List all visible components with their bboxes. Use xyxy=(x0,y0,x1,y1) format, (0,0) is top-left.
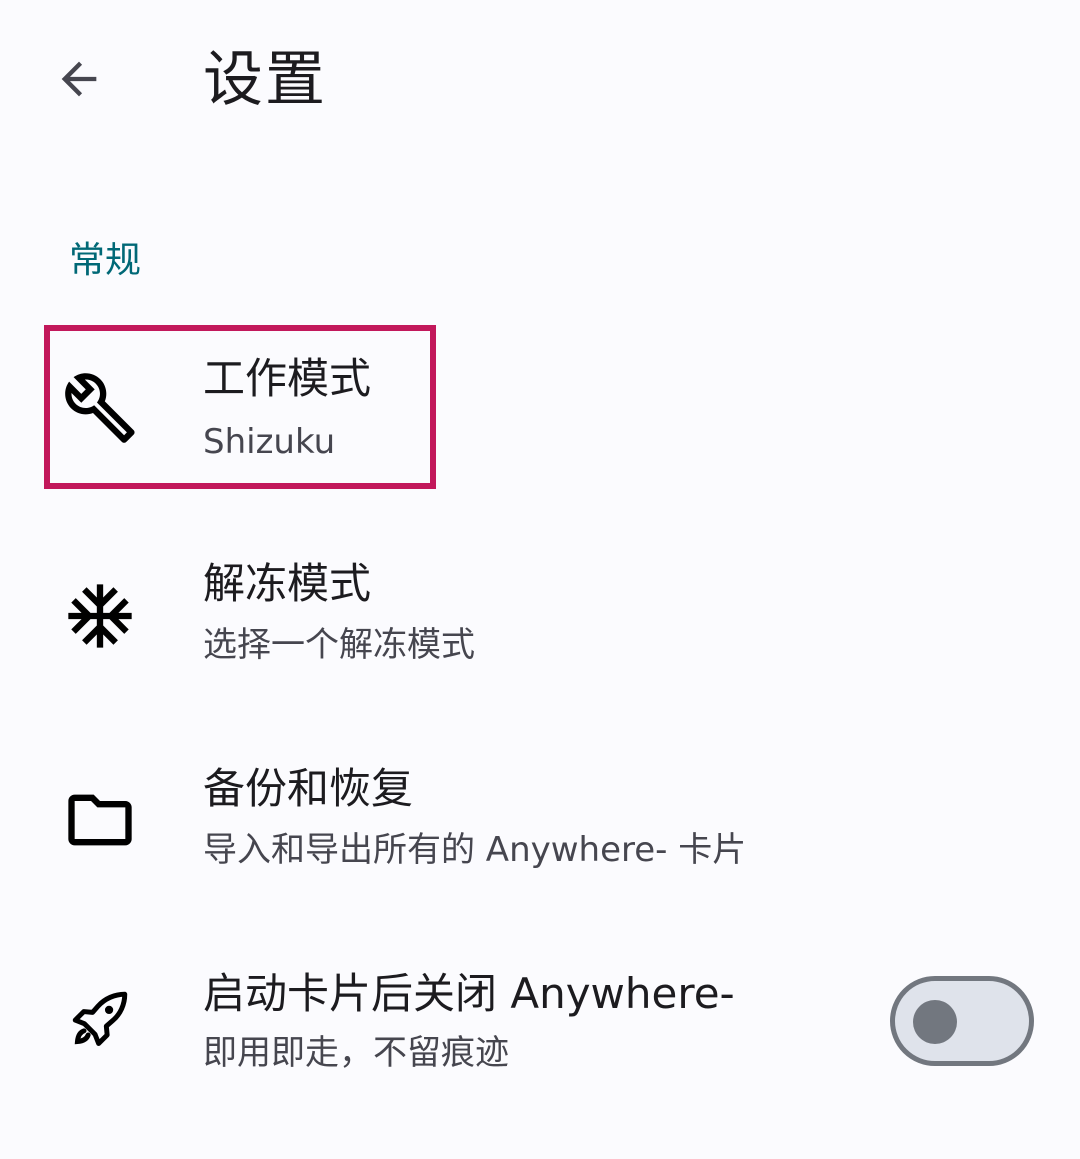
pref-summary: 选择一个解冻模式 xyxy=(203,625,475,665)
section-header-general: 常规 xyxy=(69,240,142,281)
arrow-back-icon xyxy=(53,53,105,109)
pref-title: 工作模式 xyxy=(203,354,372,403)
pref-summary: Shizuku xyxy=(203,422,336,462)
top-app-bar: 设置 xyxy=(0,0,1080,165)
settings-screen: 设置 常规 工作模式 Shizuku 解冻模式 选择一个解冻模式 备份和恢复 导… xyxy=(0,0,1080,1159)
pref-summary: 导入和导出所有的 Anywhere- 卡片 xyxy=(203,830,747,870)
close-after-launch-switch[interactable] xyxy=(890,976,1034,1066)
pref-title: 备份和恢复 xyxy=(203,764,414,813)
page-title: 设置 xyxy=(203,45,327,115)
back-button[interactable] xyxy=(40,42,118,120)
pref-item-backup-restore[interactable]: 备份和恢复 导入和导出所有的 Anywhere- 卡片 xyxy=(0,740,1080,900)
wrench-icon xyxy=(62,370,138,446)
pref-item-work-mode[interactable]: 工作模式 Shizuku xyxy=(0,330,1080,480)
snowflake-icon xyxy=(62,578,138,654)
pref-item-unfreeze-mode[interactable]: 解冻模式 选择一个解冻模式 xyxy=(0,535,1080,695)
switch-thumb xyxy=(913,1000,957,1044)
folder-icon xyxy=(62,782,138,858)
pref-summary: 即用即走，不留痕迹 xyxy=(203,1033,509,1073)
pref-title: 启动卡片后关闭 Anywhere- xyxy=(203,969,735,1018)
pref-title: 解冻模式 xyxy=(203,559,372,608)
rocket-icon xyxy=(62,981,138,1057)
